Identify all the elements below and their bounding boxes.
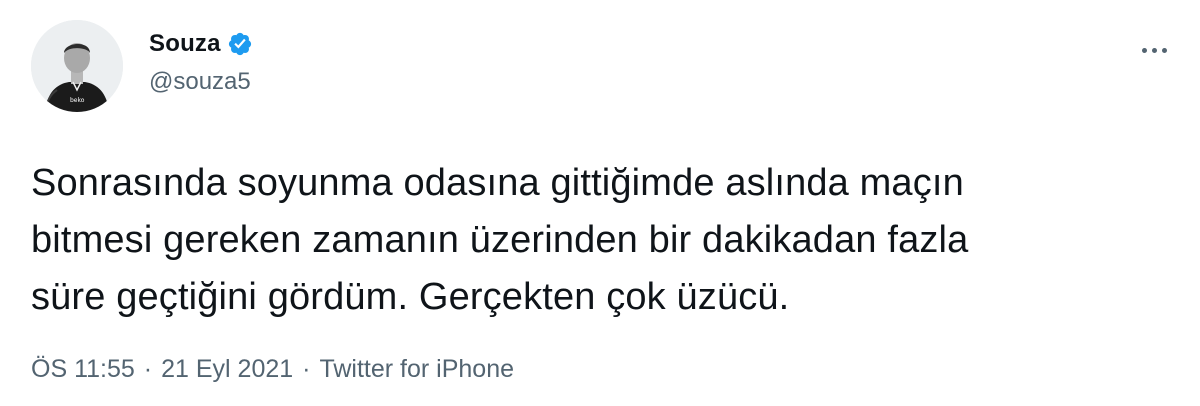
avatar[interactable]: beko <box>31 20 123 112</box>
meta-separator: · <box>302 355 311 383</box>
more-options-icon <box>1141 47 1147 53</box>
tweet-source-link[interactable]: Twitter for iPhone <box>319 355 514 384</box>
more-options-icon <box>1161 47 1167 53</box>
author-handle[interactable]: @souza5 <box>149 68 253 96</box>
author-names: Souza @souza5 <box>149 30 253 96</box>
tweet-text-line: bitmesi gereken zamanın üzerinden bir da… <box>31 219 969 261</box>
meta-separator: · <box>143 355 153 383</box>
tweet-timestamp-time[interactable]: ÖS 11:55 <box>31 355 135 384</box>
player-avatar-icon: beko <box>31 20 123 112</box>
more-options-button[interactable] <box>1134 38 1174 62</box>
tweet-text-line: süre geçtiğini gördüm. Gerçekten çok üzü… <box>31 276 790 318</box>
tweet-text-line: Sonrasında soyunma odasına gittiğimde as… <box>31 162 964 204</box>
tweet-timestamp-date[interactable]: 21 Eyl 2021 <box>161 355 293 384</box>
tweet-text: Sonrasında soyunma odasına gittiğimde as… <box>31 155 1131 326</box>
author-display-name[interactable]: Souza <box>149 30 221 58</box>
verified-badge-icon <box>227 31 253 57</box>
tweet-meta: ÖS 11:55 · 21 Eyl 2021 · Twitter for iPh… <box>31 355 514 384</box>
tweet-header: beko Souza @souza5 <box>31 20 253 112</box>
name-row: Souza <box>149 30 253 58</box>
more-options-icon <box>1151 47 1157 53</box>
tweet-card: beko Souza @souza5 Sonrasında soyunma od… <box>0 0 1200 406</box>
svg-text:beko: beko <box>70 97 85 104</box>
